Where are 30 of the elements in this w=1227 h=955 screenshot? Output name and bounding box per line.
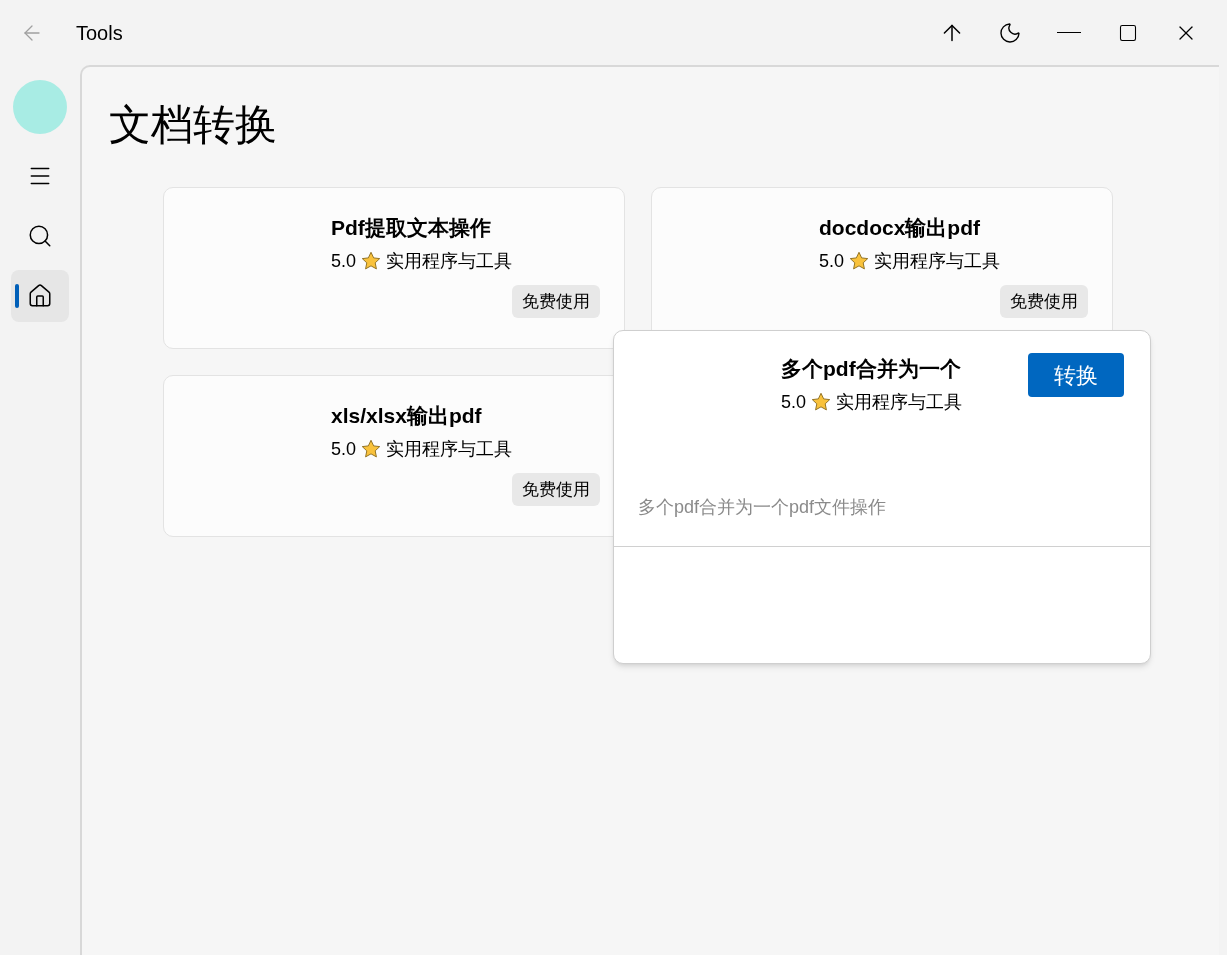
maximize-icon [1118,22,1138,43]
star-icon [360,250,383,272]
moon-icon [998,20,1022,45]
card-title: docdocx输出pdf [819,215,981,241]
card-title: xls/xlsx输出pdf [331,403,483,429]
search-icon [27,223,53,249]
popup-title: 多个pdf合并为一个 [781,356,962,382]
star-icon [848,250,871,272]
category-text: 实用程序与工具 [874,249,1001,273]
window-title: Tools [76,20,123,46]
home-icon [27,283,53,309]
description-text: 多个pdf合并为一个pdf文件操作 [637,495,888,519]
free-use-button[interactable]: 免费使用 [1000,284,1088,318]
page-title: 文档转换 [109,100,278,150]
category-text: 实用程序与工具 [386,249,513,273]
star-icon [360,438,383,460]
card-title: Pdf提取文本操作 [331,215,492,241]
category-text: 实用程序与工具 [386,437,513,461]
minimize-icon [1057,31,1081,34]
free-use-button[interactable]: 免费使用 [512,284,600,318]
rating-text: 5.0 [331,249,357,273]
convert-button[interactable]: 转换 [1028,353,1124,397]
rating-text: 5.0 [781,390,807,414]
home-nav-button[interactable] [11,270,69,322]
rating-text: 5.0 [331,437,357,461]
app-card[interactable]: Pdf提取文本操作 5.0 实用程序与工具 免费使用 [163,187,625,349]
free-use-button[interactable]: 免费使用 [512,472,600,506]
category-text: 实用程序与工具 [836,390,963,414]
star-icon [810,391,833,413]
rating-text: 5.0 [819,249,845,273]
